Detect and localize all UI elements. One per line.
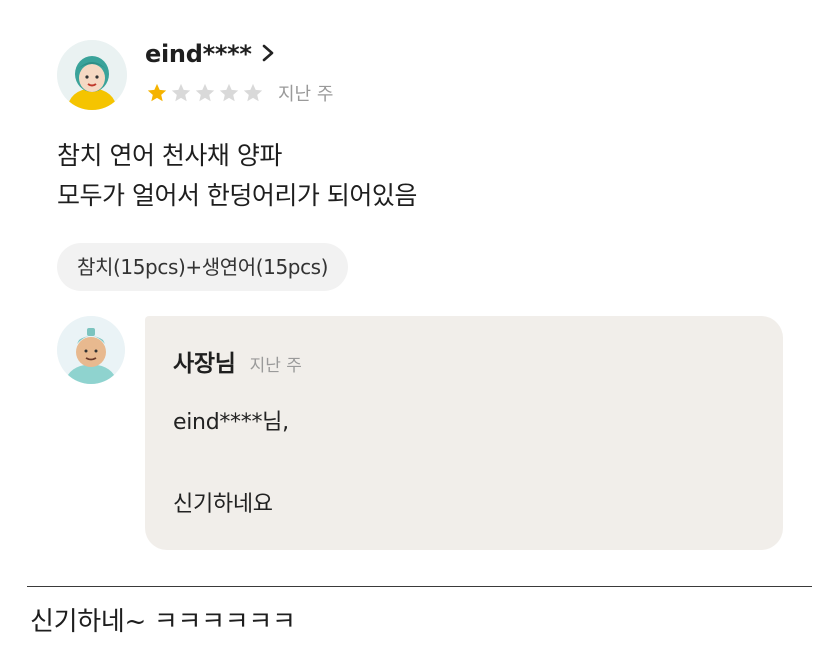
reviewer-avatar[interactable] xyxy=(57,40,127,110)
star-empty-icon xyxy=(195,83,215,102)
star-empty-icon xyxy=(171,83,191,102)
reply-header: 사장님 지난 주 xyxy=(173,344,302,378)
reply-date: 지난 주 xyxy=(249,356,302,376)
star-filled-icon xyxy=(147,83,167,102)
review-text: 참치 연어 천사채 양파 모두가 얼어서 한덩어리가 되어있음 xyxy=(57,136,417,216)
review-text-line: 모두가 얼어서 한덩어리가 되어있음 xyxy=(57,181,417,210)
reply-text-line: eind****님, xyxy=(173,410,289,435)
reviewer-name: eind**** xyxy=(145,40,252,68)
owner-avatar xyxy=(57,316,125,384)
ordered-option-chip: 참치(15pcs)+생연어(15pcs) xyxy=(57,243,349,291)
reviewer-name-link[interactable]: eind**** xyxy=(145,40,274,68)
review-date: 지난 주 xyxy=(278,84,334,105)
comment-text: 신기하네~ ㅋㅋㅋㅋㅋㅋ xyxy=(30,607,296,637)
owner-reply-box: 사장님 지난 주 eind****님, 신기하네요 xyxy=(145,316,783,550)
divider xyxy=(27,586,812,587)
star-empty-icon xyxy=(219,83,239,102)
review-page: eind**** 지난 주 참치 연어 천사채 양파 모두가 얼어서 한덩어리가… xyxy=(0,0,840,661)
owner-name: 사장님 xyxy=(173,351,236,377)
review-text-line: 참치 연어 천사채 양파 xyxy=(57,141,282,170)
star-empty-icon xyxy=(243,83,263,102)
star-rating xyxy=(146,82,266,104)
reply-text-line: 신기하네요 xyxy=(173,492,273,517)
rating-row: 지난 주 xyxy=(146,80,333,106)
chevron-right-icon xyxy=(262,40,274,68)
